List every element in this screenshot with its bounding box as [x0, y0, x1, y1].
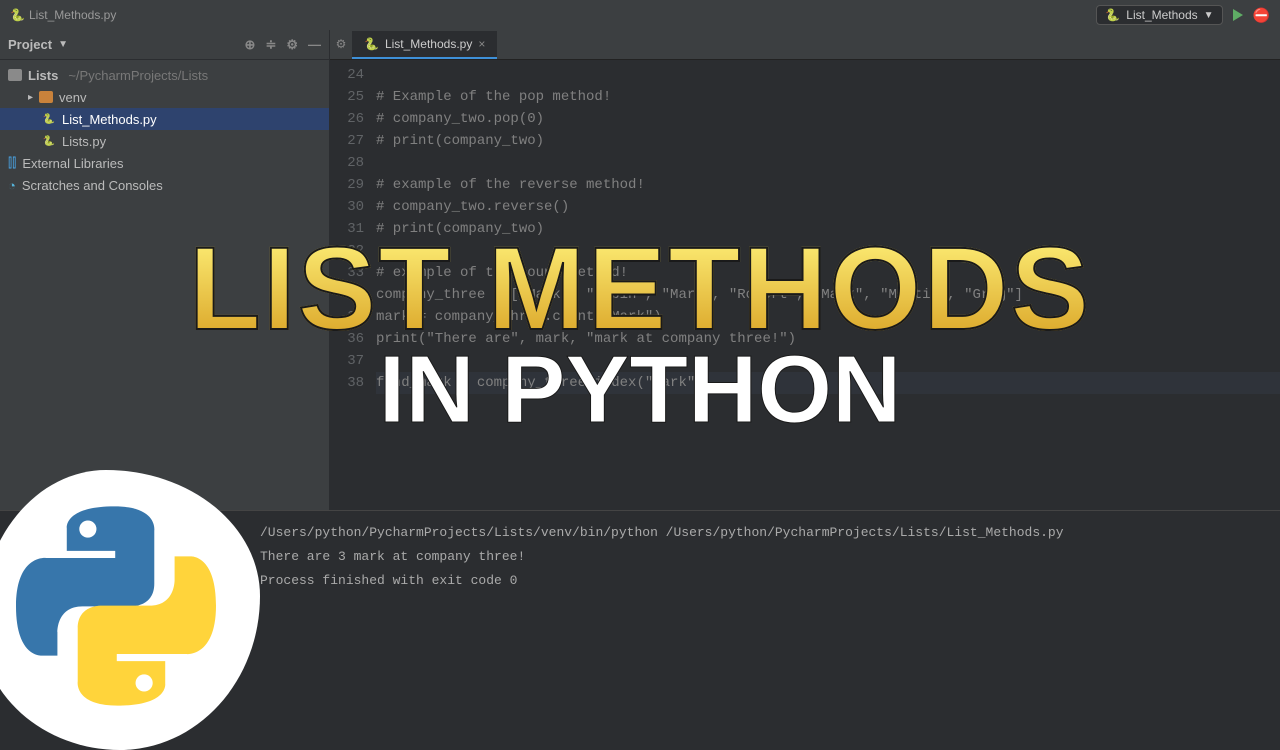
breadcrumb[interactable]: 🐍 List_Methods.py	[10, 8, 116, 22]
top-toolbar: 🐍 List_Methods.py 🐍 List_Methods ▼ ⛔	[0, 0, 1280, 30]
code-line[interactable]: find_mark = company_three.index("Mark")	[376, 372, 1280, 394]
folder-icon	[39, 91, 53, 103]
tab-label: List_Methods.py	[385, 37, 472, 51]
close-icon[interactable]: ×	[478, 37, 485, 51]
code-line[interactable]: # print(company_two)	[376, 218, 1280, 240]
settings-icon[interactable]: ⚙	[286, 37, 298, 53]
console-line: Process finished with exit code 0	[260, 569, 1260, 593]
tree-scratches[interactable]: ◔ Scratches and Consoles	[0, 174, 329, 196]
code-line[interactable]	[376, 64, 1280, 86]
file-label: List_Methods.py	[62, 112, 157, 127]
console-line: There are 3 mark at company three!	[260, 545, 1260, 569]
tree-file[interactable]: 🐍 Lists.py	[0, 130, 329, 152]
code-line[interactable]: # print(company_two)	[376, 130, 1280, 152]
scratch-icon: ◔	[8, 178, 16, 193]
console-line: /Users/python/PycharmProjects/Lists/venv…	[260, 521, 1260, 545]
debug-button[interactable]: ⛔	[1253, 7, 1270, 24]
collapse-icon[interactable]: ≑	[265, 37, 276, 53]
run-configuration-selector[interactable]: 🐍 List_Methods ▼	[1096, 5, 1222, 25]
library-icon: ⫿⫿	[8, 155, 16, 171]
project-tree: Lists ~/PycharmProjects/Lists ▸ venv 🐍 L…	[0, 60, 329, 200]
tree-file-selected[interactable]: 🐍 List_Methods.py	[0, 108, 329, 130]
external-label: External Libraries	[22, 156, 123, 171]
code-line[interactable]	[376, 350, 1280, 372]
python-file-icon: 🐍	[364, 37, 379, 51]
code-line[interactable]: # example of the reverse method!	[376, 174, 1280, 196]
root-path: ~/PycharmProjects/Lists	[68, 68, 208, 83]
scratches-label: Scratches and Consoles	[22, 178, 163, 193]
editor-tabbar: ⚙ 🐍 List_Methods.py ×	[330, 30, 1280, 60]
editor-panel: ⚙ 🐍 List_Methods.py × 242526272829303132…	[330, 30, 1280, 510]
code-line[interactable]: # Example of the pop method!	[376, 86, 1280, 108]
folder-icon	[8, 69, 22, 81]
chevron-right-icon: ▸	[28, 92, 33, 103]
code-line[interactable]: company_three = ["Mark", "Robin", "Mark"…	[376, 284, 1280, 306]
project-sidebar: Project ▼ ⊕ ≑ ⚙ — Lists ~/PycharmProject…	[0, 30, 330, 510]
venv-label: venv	[59, 90, 86, 105]
code-editor[interactable]: 242526272829303132333435363738 # Example…	[330, 60, 1280, 510]
code-line[interactable]: # company_two.pop(0)	[376, 108, 1280, 130]
code-lines[interactable]: # Example of the pop method!# company_tw…	[376, 64, 1280, 510]
chevron-down-icon: ▼	[1204, 10, 1214, 21]
file-label: Lists.py	[62, 134, 106, 149]
tree-external-libs[interactable]: ⫿⫿ External Libraries	[0, 152, 329, 174]
run-config-label: List_Methods	[1126, 8, 1197, 22]
python-file-icon: 🐍	[42, 134, 56, 148]
line-gutter: 242526272829303132333435363738	[330, 64, 376, 510]
code-line[interactable]: mark = company_three.count("Mark")	[376, 306, 1280, 328]
code-line[interactable]	[376, 240, 1280, 262]
python-logo	[0, 470, 260, 750]
breadcrumb-file: List_Methods.py	[29, 8, 116, 22]
sidebar-title: Project	[8, 37, 52, 52]
python-file-icon: 🐍	[42, 112, 56, 126]
gear-icon[interactable]: ⚙	[336, 37, 347, 51]
code-line[interactable]	[376, 152, 1280, 174]
code-line[interactable]: print("There are", mark, "mark at compan…	[376, 328, 1280, 350]
chevron-down-icon: ▼	[58, 39, 68, 50]
locate-icon[interactable]: ⊕	[245, 37, 256, 53]
editor-tab[interactable]: 🐍 List_Methods.py ×	[352, 31, 497, 59]
root-name: Lists	[28, 68, 58, 83]
run-button[interactable]	[1233, 9, 1243, 21]
python-file-icon: 🐍	[10, 8, 25, 22]
tree-venv[interactable]: ▸ venv	[0, 86, 329, 108]
tree-root[interactable]: Lists ~/PycharmProjects/Lists	[0, 64, 329, 86]
sidebar-header[interactable]: Project ▼ ⊕ ≑ ⚙ —	[0, 30, 329, 60]
code-line[interactable]: # example of the count method!	[376, 262, 1280, 284]
hide-icon[interactable]: —	[308, 37, 321, 53]
code-line[interactable]: # company_two.reverse()	[376, 196, 1280, 218]
python-file-icon: 🐍	[1105, 8, 1120, 22]
